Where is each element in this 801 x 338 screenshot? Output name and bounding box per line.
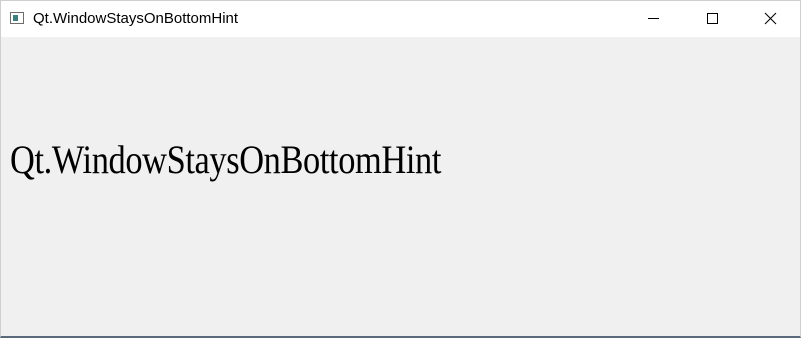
minimize-icon [648,18,659,19]
minimize-button[interactable] [626,1,684,37]
maximize-icon [707,13,718,24]
title-bar[interactable]: Qt.WindowStaysOnBottomHint [1,1,800,37]
window-content: Qt.WindowStaysOnBottomHint [1,37,800,336]
maximize-button[interactable] [684,1,742,37]
app-icon-accent [13,15,18,21]
app-window: Qt.WindowStaysOnBottomHint Qt.WindowStay… [0,0,801,338]
window-title: Qt.WindowStaysOnBottomHint [33,10,239,27]
close-button[interactable] [742,1,800,37]
close-icon [764,12,777,25]
qt-window-icon[interactable] [10,12,24,24]
hint-label: Qt.WindowStaysOnBottomHint [10,137,441,182]
